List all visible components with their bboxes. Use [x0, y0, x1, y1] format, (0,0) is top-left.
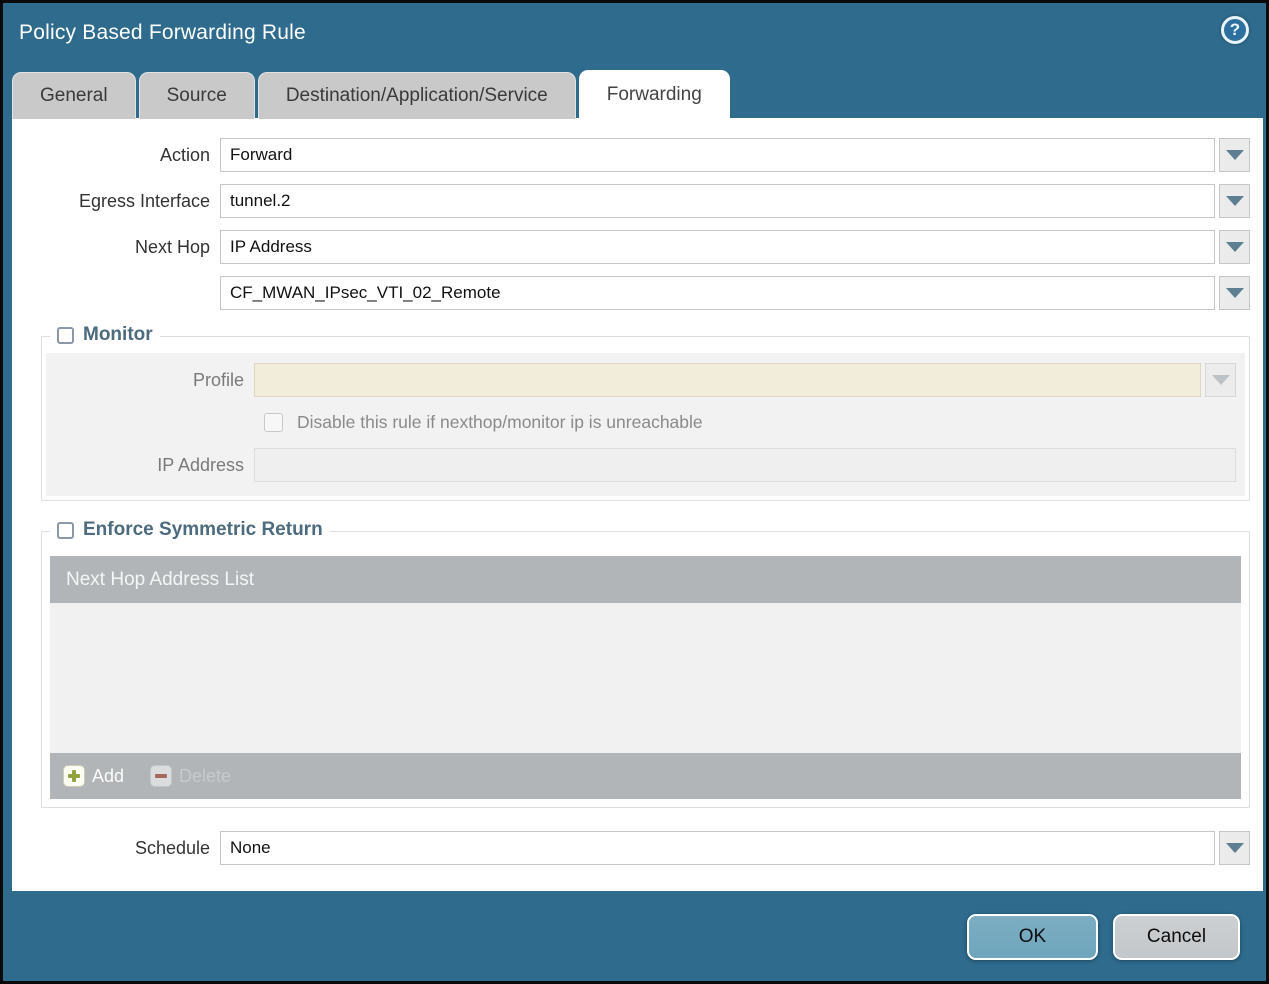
tab-source[interactable]: Source: [138, 72, 255, 119]
profile-dropdown-button: [1205, 363, 1236, 397]
egress-interface-dropdown-button[interactable]: [1219, 184, 1250, 218]
chevron-down-icon: [1211, 375, 1230, 385]
egress-interface-row: Egress Interface: [12, 184, 1250, 218]
add-button-label: Add: [92, 765, 125, 786]
schedule-label: Schedule: [134, 837, 210, 858]
tab-destination-application-service[interactable]: Destination/Application/Service: [257, 72, 576, 119]
delete-button-label: Delete: [179, 765, 232, 786]
next-hop-label: Next Hop: [134, 236, 210, 257]
next-hop-type-dropdown-button[interactable]: [1219, 230, 1250, 264]
monitor-legend: Monitor: [50, 324, 160, 346]
tab-forwarding[interactable]: Forwarding: [578, 70, 730, 119]
monitor-panel: Profile Disable this rule if nexthop/mon…: [46, 353, 1245, 496]
delete-icon: [150, 765, 173, 787]
monitor-legend-label: Monitor: [83, 324, 153, 345]
delete-button: Delete: [150, 765, 231, 787]
next-hop-address-list-table: Next Hop Address List Add Delete: [50, 556, 1241, 799]
chevron-down-icon: [1225, 288, 1244, 298]
next-hop-address-input[interactable]: [220, 276, 1215, 310]
add-icon: [63, 765, 85, 787]
profile-label: Profile: [192, 369, 244, 390]
next-hop-address-dropdown-button[interactable]: [1219, 276, 1250, 310]
enforce-symmetric-return-legend: Enforce Symmetric Return: [50, 519, 330, 541]
chevron-down-icon: [1225, 150, 1244, 160]
egress-interface-input[interactable]: [220, 184, 1215, 218]
schedule-dropdown-button[interactable]: [1219, 831, 1250, 865]
action-row: Action: [12, 138, 1250, 172]
monitor-ip-address-label: IP Address: [157, 454, 244, 475]
dialog-titlebar: Policy Based Forwarding Rule: [3, 3, 1266, 63]
action-dropdown-button[interactable]: [1219, 138, 1250, 172]
ok-button[interactable]: OK: [967, 914, 1098, 960]
monitor-checkbox[interactable]: [57, 326, 74, 344]
chevron-down-icon: [1225, 242, 1244, 252]
disable-rule-checkbox: [264, 413, 283, 432]
dialog-title: Policy Based Forwarding Rule: [19, 21, 306, 44]
enforce-symmetric-return-legend-label: Enforce Symmetric Return: [83, 519, 323, 540]
next-hop-address-list-header: Next Hop Address List: [50, 556, 1241, 603]
next-hop-type-input[interactable]: [220, 230, 1215, 264]
disable-rule-label: Disable this rule if nexthop/monitor ip …: [297, 412, 703, 432]
next-hop-address-list-body[interactable]: [50, 603, 1241, 753]
chevron-down-icon: [1225, 196, 1244, 206]
cancel-button[interactable]: Cancel: [1113, 914, 1240, 960]
add-button[interactable]: Add: [63, 765, 124, 787]
schedule-row: Schedule: [12, 831, 1250, 865]
tab-bar: General Source Destination/Application/S…: [12, 70, 730, 119]
chevron-down-icon: [1225, 843, 1244, 853]
monitor-section: Monitor Profile Disable this rule if nex…: [41, 324, 1250, 501]
next-hop-row: Next Hop: [12, 230, 1250, 264]
action-input[interactable]: [220, 138, 1215, 172]
profile-row: Profile: [46, 363, 1236, 397]
disable-rule-row: Disable this rule if nexthop/monitor ip …: [264, 412, 1236, 433]
policy-based-forwarding-dialog: Policy Based Forwarding Rule ? General S…: [0, 0, 1269, 984]
next-hop-address-list-toolbar: Add Delete: [50, 753, 1241, 799]
help-icon[interactable]: ?: [1221, 16, 1249, 44]
action-label: Action: [159, 144, 210, 165]
egress-interface-label: Egress Interface: [78, 190, 210, 211]
monitor-ip-address-row: IP Address: [46, 448, 1236, 482]
profile-input: [254, 363, 1201, 397]
schedule-input[interactable]: [220, 831, 1215, 865]
monitor-ip-address-input: [254, 448, 1236, 482]
enforce-symmetric-return-section: Enforce Symmetric Return Next Hop Addres…: [41, 519, 1250, 808]
enforce-symmetric-return-checkbox[interactable]: [57, 521, 74, 539]
tab-general[interactable]: General: [12, 72, 136, 119]
tab-content-forwarding: Action Egress Interface Next Hop: [12, 118, 1263, 891]
next-hop-address-row: [12, 276, 1250, 310]
